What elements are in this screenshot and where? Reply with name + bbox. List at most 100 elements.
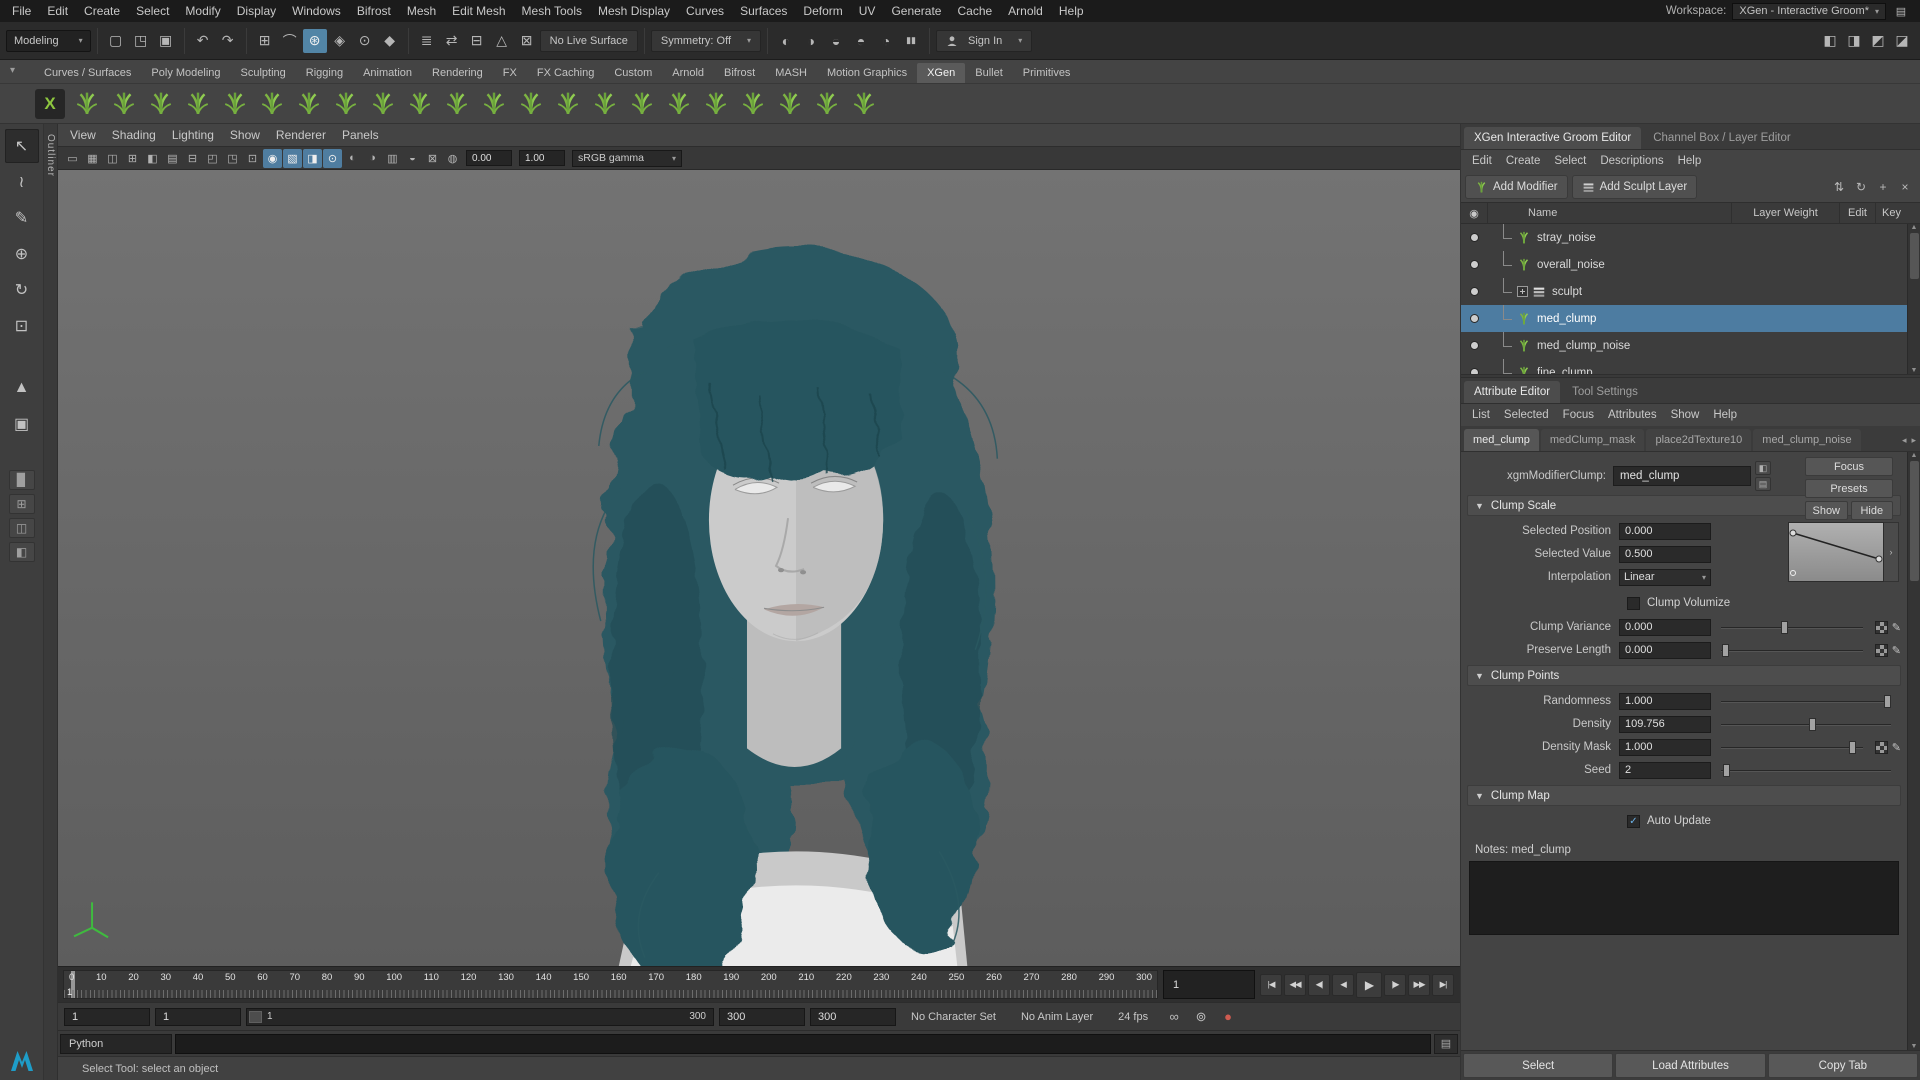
current-frame-field[interactable]: 1 (1163, 970, 1255, 999)
interpolation-dropdown[interactable]: Linear ▾ (1619, 569, 1711, 586)
outliner-persp-layout-button[interactable]: ◧ (9, 542, 35, 562)
layer-row[interactable]: med_clump (1461, 305, 1920, 332)
shelf-icon[interactable] (699, 87, 733, 121)
shelf-tab[interactable]: FX (493, 63, 527, 83)
attribute-editor-scrollbar[interactable]: ▲ ▼ (1907, 452, 1920, 1050)
select-tool[interactable]: ↖ (5, 129, 39, 163)
step-back-key-button[interactable]: ◀| (1308, 974, 1330, 996)
go-to-end-button[interactable]: ▶| (1432, 974, 1454, 996)
shelf-icon[interactable] (551, 87, 585, 121)
menu-item[interactable]: Modify (177, 2, 228, 20)
shelf-tab[interactable]: Poly Modeling (141, 63, 230, 83)
construction-history-icon[interactable]: ⊟ (465, 29, 489, 53)
shelf-icon[interactable] (218, 87, 252, 121)
viewport-toolbar-icon[interactable]: ▤ (163, 149, 182, 168)
shelf-icon[interactable] (810, 87, 844, 121)
output-connections-icon[interactable]: ⇄ (440, 29, 464, 53)
attribute-editor-menu-item[interactable]: Attributes (1601, 407, 1664, 423)
snap-point-icon[interactable]: ⊛ (303, 29, 327, 53)
paint-map-icon[interactable]: ✎ (1892, 644, 1901, 657)
groom-menu-item[interactable]: Descriptions (1593, 153, 1670, 169)
viewport-toolbar-icon[interactable]: ▦ (83, 149, 102, 168)
shelf-icon[interactable] (847, 87, 881, 121)
layer-visibility-toggle[interactable] (1470, 368, 1479, 374)
step-forward-frame-button[interactable]: ▶▶ (1408, 974, 1430, 996)
shelf-tab[interactable]: Rigging (296, 63, 353, 83)
footer-button[interactable]: Select (1463, 1053, 1613, 1078)
menu-item[interactable]: Display (229, 2, 284, 20)
delete-layer-icon[interactable]: × (1894, 176, 1916, 198)
shelf-icon[interactable] (625, 87, 659, 121)
single-pane-layout-button[interactable]: ▉ (9, 470, 35, 490)
node-tab[interactable]: place2dTexture10 (1646, 429, 1751, 451)
viewport-toolbar-icon[interactable]: ⊙ (323, 149, 342, 168)
groom-menu-item[interactable]: Help (1671, 153, 1709, 169)
redo-icon[interactable]: ↷ (216, 29, 240, 53)
paint-map-icon[interactable]: ✎ (1892, 741, 1901, 754)
command-language-switch[interactable]: Python (60, 1034, 172, 1054)
tab-scroll-left-icon[interactable]: ◂ (1900, 434, 1909, 447)
script-editor-icon[interactable]: ▤ (1434, 1034, 1458, 1054)
tab-scroll-right-icon[interactable]: ▸ (1909, 434, 1918, 447)
menu-item[interactable]: Windows (284, 2, 349, 20)
viewport-toolbar-icon[interactable]: ▥ (383, 149, 402, 168)
shelf-tab[interactable]: Sculpting (231, 63, 296, 83)
toggle-attribute-editor-icon[interactable]: ◧ (1818, 29, 1842, 53)
menu-item[interactable]: Mesh (399, 2, 444, 20)
scroll-down-icon[interactable]: ▼ (1911, 1043, 1918, 1050)
clump-variance-field[interactable]: 0.000 (1619, 619, 1711, 636)
ramp-widget[interactable] (1788, 522, 1884, 582)
layer-row[interactable]: stray_noise (1461, 224, 1920, 251)
shelf-icon[interactable] (107, 87, 141, 121)
ipr-render-icon[interactable]: ◑ (799, 29, 823, 53)
shelf-icon[interactable] (255, 87, 289, 121)
shelf-tab[interactable]: Motion Graphics (817, 63, 917, 83)
undo-icon[interactable]: ↶ (191, 29, 215, 53)
viewport-toolbar-icon[interactable]: ◫ (103, 149, 122, 168)
time-slider-track[interactable]: 0 10 20 30 40 50 60 70 80 90 (63, 970, 1158, 999)
layer-visibility-toggle[interactable] (1470, 287, 1479, 296)
snap-plane-icon[interactable]: ◈ (328, 29, 352, 53)
menu-item[interactable]: Mesh Tools (514, 2, 590, 20)
groom-menu-item[interactable]: Create (1499, 153, 1548, 169)
layer-row[interactable]: overall_noise (1461, 251, 1920, 278)
menu-item[interactable]: Create (76, 2, 128, 20)
render-region-icon[interactable]: ◒ (824, 29, 848, 53)
scroll-up-icon[interactable]: ▲ (1911, 224, 1918, 231)
clump-variance-slider[interactable] (1721, 619, 1863, 636)
density-mask-slider[interactable] (1721, 739, 1863, 756)
shelf-icon[interactable] (477, 87, 511, 121)
column-layer-weight[interactable]: Layer Weight (1731, 203, 1839, 223)
hide-button[interactable]: Hide (1851, 501, 1894, 520)
reorder-layers-icon[interactable]: ⇅ (1828, 176, 1850, 198)
density-field[interactable]: 109.756 (1619, 716, 1711, 733)
paint-map-icon[interactable]: ✎ (1892, 621, 1901, 634)
clump-volumize-checkbox[interactable] (1627, 597, 1640, 610)
outliner-collapsed-panel[interactable]: Outliner (44, 124, 58, 1080)
layer-visibility-toggle[interactable] (1470, 260, 1479, 269)
live-surface-button[interactable]: No Live Surface (540, 30, 638, 52)
tab-channel-box[interactable]: Channel Box / Layer Editor (1643, 127, 1800, 149)
viewport-toolbar-icon[interactable]: ◳ (223, 149, 242, 168)
texture-map-icon[interactable] (1875, 741, 1888, 754)
tab-attribute-editor[interactable]: Attribute Editor (1464, 381, 1560, 403)
attribute-editor-menu-item[interactable]: Focus (1556, 407, 1601, 423)
menu-item[interactable]: Select (128, 2, 177, 20)
viewport-toolbar-icon[interactable]: ⊡ (243, 149, 262, 168)
menu-set-selector[interactable]: Modeling ▾ (6, 30, 91, 52)
play-backwards-button[interactable]: ◀ (1332, 974, 1354, 996)
tab-xgen-groom-editor[interactable]: XGen Interactive Groom Editor (1464, 127, 1641, 149)
attribute-editor-menu-item[interactable]: List (1465, 407, 1497, 423)
shelf-tab[interactable]: Curves / Surfaces (34, 63, 141, 83)
layer-row[interactable]: med_clump_noise (1461, 332, 1920, 359)
viewport-toolbar-icon[interactable]: ◉ (263, 149, 282, 168)
viewport-menu-item[interactable]: Shading (104, 126, 164, 144)
animation-end-field[interactable]: 300 (810, 1008, 896, 1026)
step-back-frame-button[interactable]: ◀◀ (1284, 974, 1306, 996)
density-slider[interactable] (1721, 716, 1891, 733)
viewport-toolbar-icon[interactable]: ◑ (363, 149, 382, 168)
expand-toggle[interactable] (1517, 286, 1528, 297)
preserve-length-field[interactable]: 0.000 (1619, 642, 1711, 659)
playback-end-field[interactable]: 300 (719, 1008, 805, 1026)
viewport-toolbar-icon[interactable]: ◐ (343, 149, 362, 168)
